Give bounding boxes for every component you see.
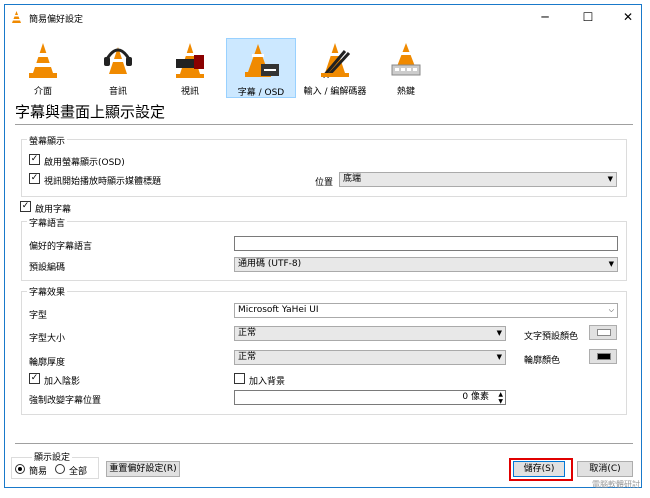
tab-subtitles-osd[interactable]: 字幕 / OSD [226, 38, 296, 98]
tab-audio[interactable]: 音訊 [83, 38, 153, 98]
spin-arrows-icon[interactable]: ▲ ▼ [498, 391, 503, 405]
font-size-label: 字型大小 [29, 334, 66, 344]
font-label: 字型 [29, 311, 48, 321]
show-title-label: 視訊開始播放時顯示媒體標題 [44, 177, 162, 187]
outline-color-label: 輪廓顏色 [524, 356, 561, 366]
all-radio-label: 全部 [69, 467, 88, 477]
tab-label: 熱鍵 [396, 87, 415, 97]
subtitle-effects-group-label: 字幕效果 [27, 285, 68, 298]
osd-group [21, 139, 627, 197]
input-codecs-icon [321, 43, 351, 79]
tab-interface[interactable]: 介面 [8, 38, 78, 98]
chevron-down-icon: ⌵ [608, 306, 614, 314]
position-select[interactable]: 底端 ▼ [339, 172, 617, 187]
tab-label: 輸入 / 編解碼器 [303, 87, 367, 97]
hotkeys-icon [391, 43, 421, 76]
category-toolbar: 介面 音訊 視訊 字幕 / OSD 輸入 / 編解碼器 熱鍵 [5, 35, 641, 99]
add-shadow-label: 加入陰影 [44, 377, 81, 387]
text-color-label: 文字預設顏色 [524, 332, 579, 342]
position-label: 位置 [315, 178, 334, 188]
enable-osd-label: 啟用螢幕顯示(OSD) [44, 158, 125, 168]
simple-radio[interactable] [15, 464, 25, 474]
text-color-swatch [597, 329, 611, 336]
enable-subtitles-label: 啟用字幕 [35, 205, 72, 215]
subtitle-language-group-label: 字幕語言 [27, 216, 68, 229]
all-radio[interactable] [55, 464, 65, 474]
window-title: 簡易偏好設定 [29, 15, 84, 25]
watermark: 電腦軟體研討 [592, 480, 640, 489]
force-position-spinbox[interactable]: 0 像素 ▲ ▼ [234, 390, 506, 405]
title-bar: 簡易偏好設定 ─ ☐ ✕ [5, 5, 641, 31]
font-select[interactable]: Microsoft YaHei UI ⌵ [234, 303, 618, 318]
subtitle-language-group [21, 221, 627, 281]
chevron-down-icon: ▼ [496, 353, 502, 361]
preferred-language-input[interactable] [234, 236, 618, 251]
outline-thickness-value: 正常 [238, 352, 257, 362]
cancel-button[interactable]: 取消(C) [577, 461, 633, 477]
add-shadow-checkbox[interactable]: ✓ [29, 373, 40, 384]
vlc-cone-icon [12, 11, 21, 23]
tab-hotkeys[interactable]: 熱鍵 [371, 38, 441, 98]
simple-radio-label: 簡易 [29, 467, 48, 477]
bottom-separator [15, 443, 633, 444]
enable-subtitles-checkbox[interactable]: ✓ [20, 201, 31, 212]
font-value: Microsoft YaHei UI [238, 305, 319, 315]
title-separator [15, 124, 633, 125]
tab-label: 視訊 [180, 87, 199, 97]
outline-color-swatch [597, 353, 611, 360]
video-icon [176, 43, 204, 78]
force-position-label: 強制改變字幕位置 [29, 396, 102, 406]
add-background-label: 加入背景 [249, 377, 286, 387]
close-button[interactable]: ✕ [608, 5, 648, 29]
save-highlight-box [509, 458, 573, 481]
reset-preferences-button[interactable]: 重置偏好設定(R) [106, 461, 180, 477]
chevron-down-icon: ▼ [496, 329, 502, 337]
show-settings-label: 顯示設定 [32, 450, 73, 463]
chevron-down-icon: ▼ [608, 260, 614, 268]
tab-video[interactable]: 視訊 [155, 38, 225, 98]
tab-label: 字幕 / OSD [237, 88, 285, 98]
interface-icon [29, 43, 57, 78]
minimize-button[interactable]: ─ [525, 5, 565, 29]
position-value: 底端 [343, 174, 362, 184]
tab-label: 音訊 [108, 87, 127, 97]
maximize-button[interactable]: ☐ [568, 5, 608, 29]
chevron-down-icon: ▼ [607, 175, 613, 183]
osd-group-label: 螢幕顯示 [27, 134, 68, 147]
outline-thickness-label: 輪廓厚度 [29, 358, 66, 368]
page-title: 字幕與畫面上顯示設定 [15, 103, 166, 121]
encoding-value: 通用碼 (UTF-8) [238, 259, 302, 269]
preferences-window: 簡易偏好設定 ─ ☐ ✕ 介面 音訊 視訊 字幕 / OSD 輸入 / 編解碼器… [4, 4, 642, 488]
show-title-checkbox[interactable]: ✓ [29, 173, 40, 184]
font-size-select[interactable]: 正常 ▼ [234, 326, 506, 341]
preferred-language-label: 偏好的字幕語言 [29, 242, 93, 252]
tab-input-codecs[interactable]: 輸入 / 編解碼器 [300, 38, 370, 98]
tab-label: 介面 [33, 87, 52, 97]
text-color-button[interactable] [589, 325, 617, 340]
outline-thickness-select[interactable]: 正常 ▼ [234, 350, 506, 365]
force-position-value: 0 像素 [462, 392, 489, 402]
default-encoding-label: 預設編碼 [29, 263, 66, 273]
enable-osd-checkbox[interactable]: ✓ [29, 154, 40, 165]
audio-headphones-icon [104, 47, 132, 74]
subtitles-osd-icon [245, 44, 279, 77]
add-background-checkbox[interactable] [234, 373, 245, 384]
outline-color-button[interactable] [589, 349, 617, 364]
default-encoding-select[interactable]: 通用碼 (UTF-8) ▼ [234, 257, 618, 272]
font-size-value: 正常 [238, 328, 257, 338]
